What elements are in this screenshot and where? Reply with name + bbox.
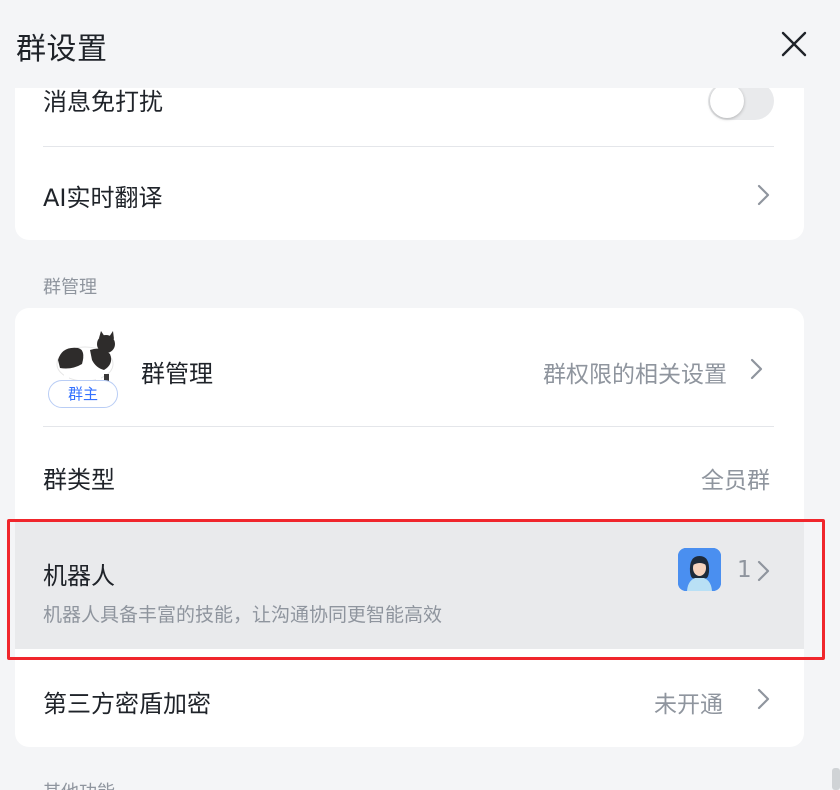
panel-header: 群设置 [0,0,840,88]
bots-label: 机器人 [43,562,115,590]
group-type-label: 群类型 [43,466,115,494]
bots-description: 机器人具备丰富的技能，让沟通协同更智能高效 [43,604,443,626]
group-manage-label: 群管理 [141,360,213,388]
owner-badge: 群主 [48,380,118,408]
chevron-right-icon [749,357,765,381]
translate-label: AI实时翻译 [43,184,163,212]
section-label-group-management: 群管理 [43,277,97,298]
group-permission-value: 群权限的相关设置 [543,362,727,388]
chevron-right-icon [756,183,772,207]
group-manage-row[interactable]: 群主 群管理 群权限的相关设置 [15,308,804,426]
chevron-right-icon [756,559,772,583]
group-type-value: 全员群 [701,468,770,494]
section-label-other: 其他功能 [43,778,115,790]
bots-count: 1 [737,557,752,583]
encryption-label: 第三方密盾加密 [43,690,211,718]
bots-row[interactable]: 机器人 1 机器人具备丰富的技能，让沟通协同更智能高效 [15,519,804,649]
bot-avatar [678,548,721,591]
toggle-knob [710,84,744,118]
translate-row[interactable]: AI实时翻译 [15,147,804,240]
encryption-row[interactable]: 第三方密盾加密 未开通 [15,650,804,747]
encryption-value: 未开通 [654,692,723,718]
close-icon [781,31,807,57]
group-management-card: 群主 群管理 群权限的相关设置 群类型 全员群 机器人 1 机器人具备丰富的技能… [15,308,804,747]
owner-avatar: 群主 [48,330,122,410]
page-title: 群设置 [16,32,108,67]
close-button[interactable] [776,26,812,62]
group-type-row[interactable]: 群类型 全员群 [15,427,804,519]
chevron-right-icon [756,687,772,711]
scrollbar-thumb[interactable] [832,768,840,790]
bot-person-icon [678,548,721,591]
